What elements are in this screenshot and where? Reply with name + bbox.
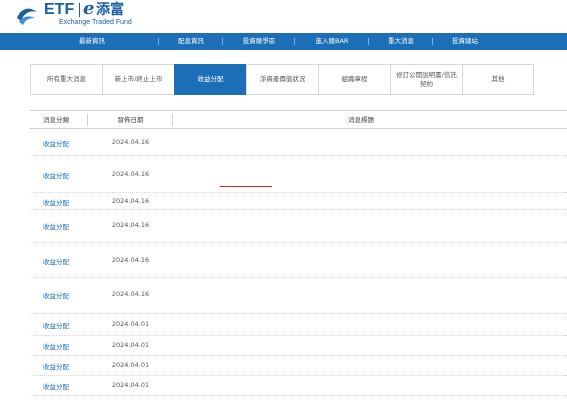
- table-row[interactable]: 收益分配 2024.04.01: [30, 376, 567, 396]
- tab-net-asset-value[interactable]: 淨資產價值狀況: [246, 64, 318, 95]
- table-row[interactable]: 收益分配 2024.04.01: [30, 336, 567, 356]
- top-nav-competition-zone[interactable]: 投資競爭區: [224, 33, 294, 50]
- tab-organization-charter[interactable]: 組織章程: [318, 64, 390, 95]
- row-date: 2024.04.16: [111, 221, 150, 229]
- top-navigation-bar: 最新資訊 配息資訊 投資競爭區 進入競BAR 重大消息 投資總站: [0, 33, 567, 50]
- row-date: 2024.04.16: [111, 170, 150, 178]
- table-row[interactable]: 收益分配 2024.04.16: [30, 193, 567, 210]
- row-category[interactable]: 收益分配: [30, 341, 82, 351]
- row-category[interactable]: 收益分配: [30, 138, 82, 148]
- top-nav-investment-hub[interactable]: 投資總站: [434, 33, 496, 50]
- top-nav-separator: [294, 38, 295, 45]
- table-row[interactable]: 收益分配 2024.04.01: [30, 314, 567, 336]
- row-date: 2024.04.16: [111, 197, 150, 205]
- top-nav-separator: [158, 38, 159, 45]
- header-title: 消息標題: [348, 116, 374, 124]
- row-category[interactable]: 收益分配: [30, 170, 82, 180]
- row-category[interactable]: 收益分配: [30, 197, 82, 207]
- row-date: 2024.04.01: [111, 320, 150, 328]
- table-row[interactable]: 收益分配 2024.04.16: [30, 156, 567, 193]
- row-date: 2024.04.01: [111, 361, 150, 369]
- tab-income-distribution[interactable]: 收益分配: [174, 64, 246, 95]
- row-date: 2024.04.16: [111, 290, 150, 298]
- tab-prospectus-trust-contract[interactable]: 修訂公開說明書/信託契約: [390, 64, 462, 95]
- table-row[interactable]: 收益分配 2024.04.01: [30, 356, 567, 376]
- brand-e-mark[interactable]: e: [83, 0, 94, 19]
- table-row[interactable]: 收益分配 2024.04.16: [30, 243, 567, 278]
- header-separator: [172, 114, 173, 126]
- highlight-underline: [220, 186, 272, 187]
- top-nav-dividend-info[interactable]: 配息資訊: [160, 33, 222, 50]
- row-category[interactable]: 收益分配: [30, 361, 82, 371]
- row-category[interactable]: 收益分配: [30, 290, 82, 300]
- category-tabs: 所有重大消息 新上市/終止上市 收益分配 淨資產價值狀況 組織章程 修訂公開說明…: [30, 64, 567, 95]
- row-category[interactable]: 收益分配: [30, 320, 82, 330]
- table-row[interactable]: 收益分配 2024.04.16: [30, 210, 567, 243]
- top-nav-major-news[interactable]: 重大消息: [370, 33, 432, 50]
- tab-all-major-news[interactable]: 所有重大消息: [30, 64, 102, 95]
- row-date: 2024.04.16: [111, 256, 150, 264]
- top-nav-latest-info[interactable]: 最新資訊: [46, 33, 138, 50]
- table-header: 消息分類 發佈日期 消息標題: [30, 110, 567, 129]
- header-category: 消息分類: [43, 116, 69, 124]
- top-nav-enter-bar[interactable]: 進入競BAR: [296, 33, 368, 50]
- header-separator: [87, 114, 88, 126]
- tab-listing-delisting[interactable]: 新上市/終止上市: [102, 64, 174, 95]
- brand-etf-text[interactable]: ETF: [44, 1, 74, 19]
- row-date: 2024.04.16: [111, 138, 150, 146]
- brand-chinese-name[interactable]: 添富: [96, 1, 124, 19]
- brand-separator: [79, 3, 80, 17]
- site-header: ETF e 添富 Exchange Traded Fund: [0, 0, 567, 32]
- top-nav-separator: [368, 38, 369, 45]
- wave-logo-icon[interactable]: [15, 4, 39, 26]
- row-date: 2024.04.01: [111, 341, 150, 349]
- row-category[interactable]: 收益分配: [30, 256, 82, 266]
- row-category[interactable]: 收益分配: [30, 381, 82, 391]
- row-category[interactable]: 收益分配: [30, 221, 82, 231]
- top-nav-separator: [222, 38, 223, 45]
- brand-subtitle: Exchange Traded Fund: [59, 19, 132, 26]
- header-date: 發佈日期: [117, 116, 144, 124]
- row-date: 2024.04.01: [111, 381, 150, 389]
- tab-other[interactable]: 其他: [462, 64, 534, 95]
- table-row[interactable]: 收益分配 2024.04.16: [30, 278, 567, 314]
- top-nav-separator: [432, 38, 433, 45]
- table-row[interactable]: 收益分配 2024.04.16: [30, 129, 567, 156]
